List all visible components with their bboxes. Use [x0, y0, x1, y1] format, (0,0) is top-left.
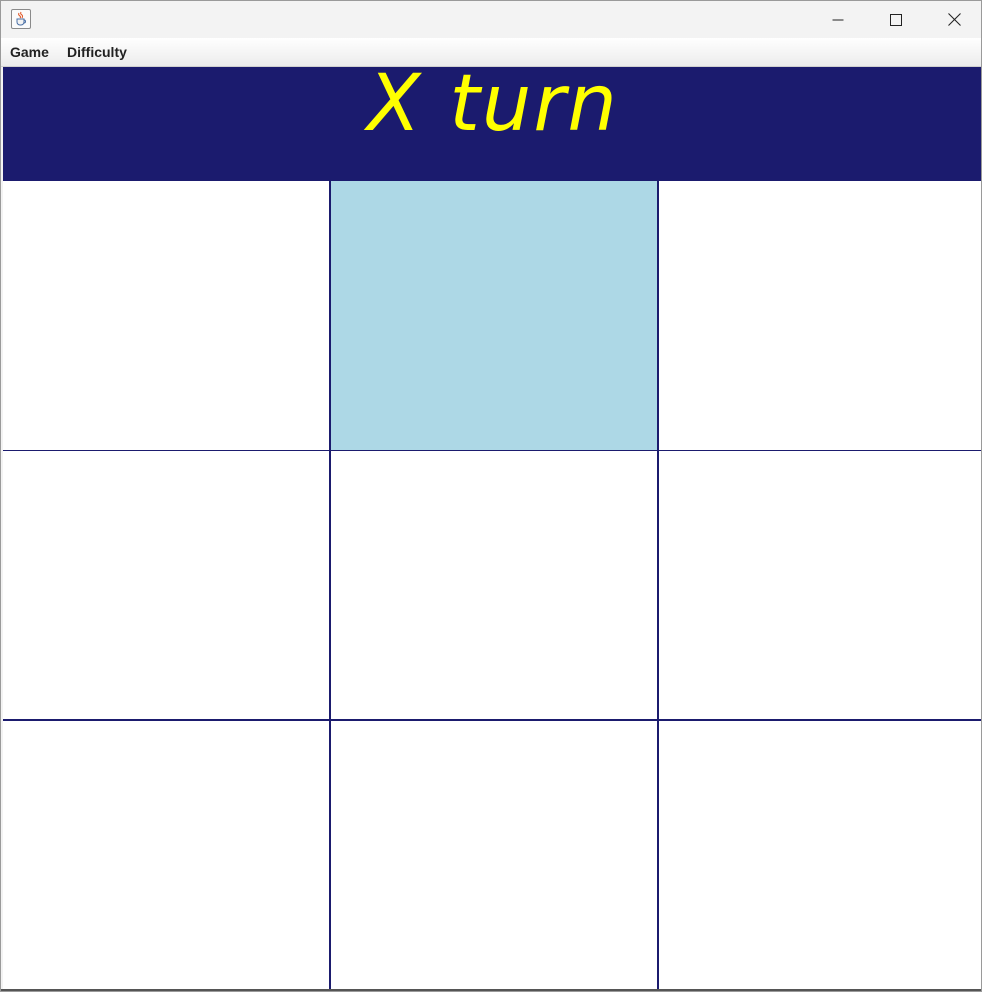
menu-game[interactable]: Game: [10, 38, 49, 66]
turn-status-text: X turn: [367, 59, 619, 149]
maximize-button[interactable]: [867, 1, 925, 38]
board-cell-1-1[interactable]: [331, 451, 659, 721]
app-window: Game Difficulty X turn: [0, 0, 982, 992]
board-cell-0-2[interactable]: [659, 181, 981, 452]
minimize-button[interactable]: [809, 1, 867, 38]
board-cell-2-1[interactable]: [331, 721, 659, 991]
minimize-icon: [832, 19, 844, 20]
title-bar[interactable]: [1, 1, 981, 38]
board-cell-1-2[interactable]: [659, 451, 981, 721]
close-button[interactable]: [925, 1, 981, 38]
java-cup-icon[interactable]: [11, 9, 31, 29]
menu-difficulty[interactable]: Difficulty: [67, 38, 127, 66]
board-cell-2-0[interactable]: [3, 721, 331, 991]
board-cell-0-1[interactable]: [331, 181, 659, 452]
turn-banner: X turn: [3, 59, 981, 181]
maximize-icon: [890, 13, 902, 26]
board-cell-0-0[interactable]: [3, 181, 331, 452]
game-board: [3, 181, 981, 991]
close-icon: [947, 13, 961, 26]
board-cell-1-0[interactable]: [3, 451, 331, 721]
window-bottom-border: [1, 989, 981, 991]
board-cell-2-2[interactable]: [659, 721, 981, 991]
